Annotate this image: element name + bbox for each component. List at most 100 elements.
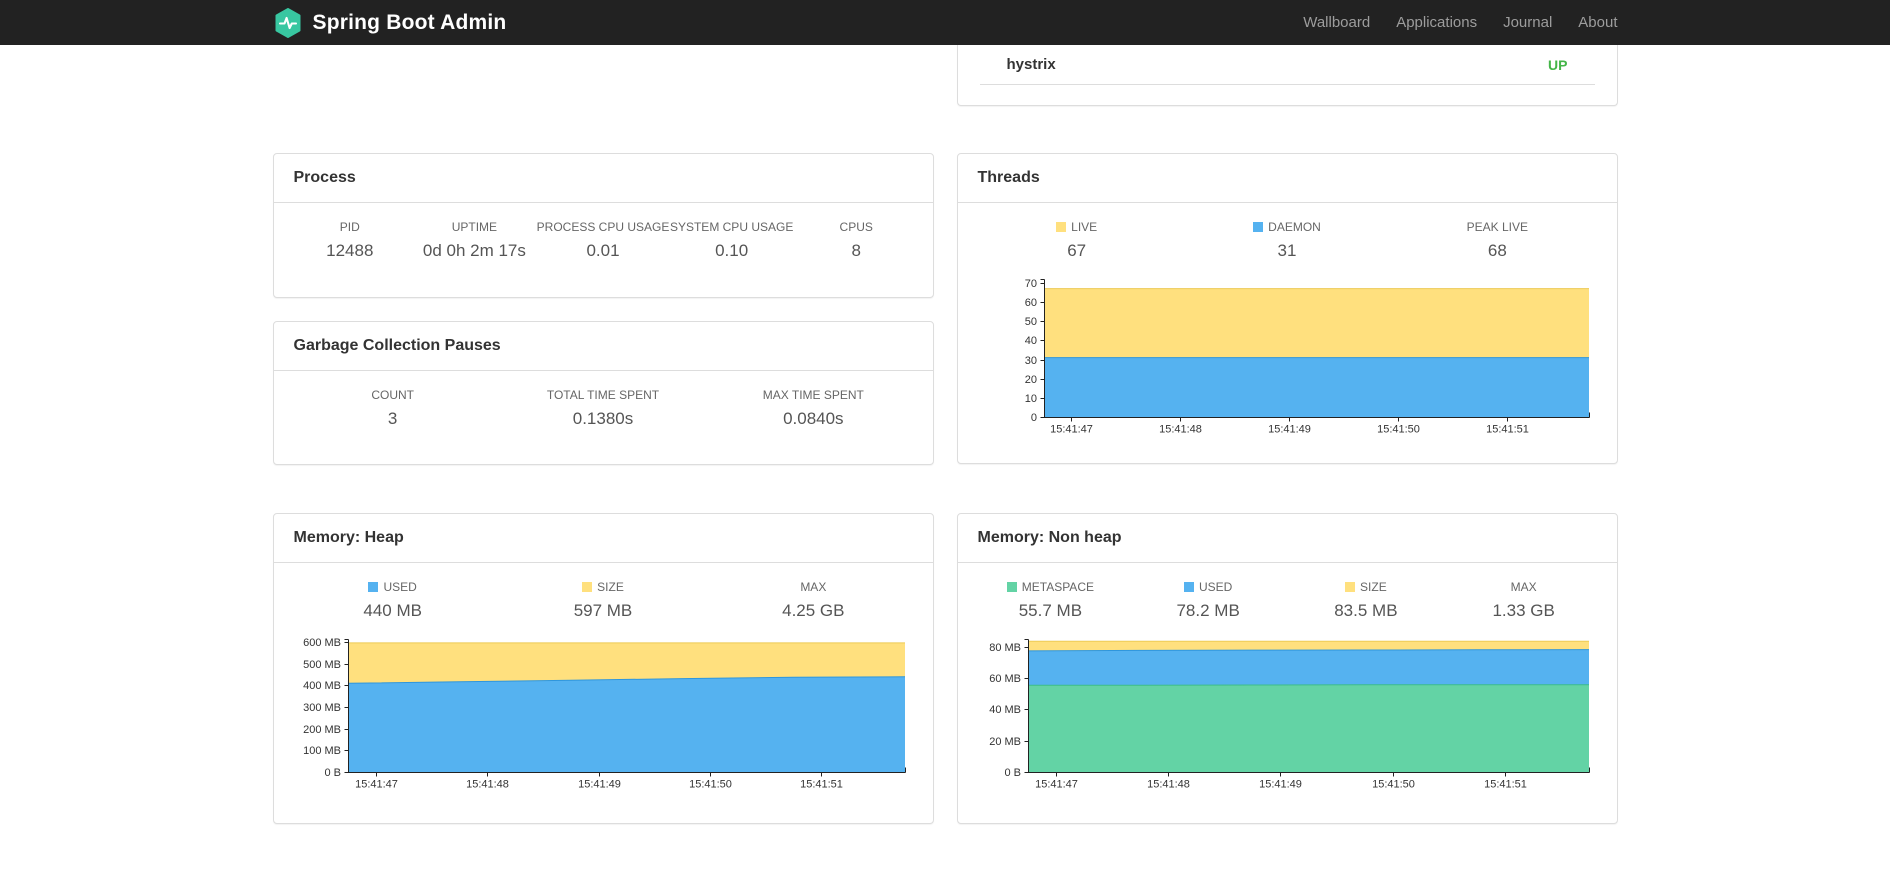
metric-label: COUNT — [371, 388, 414, 402]
svg-text:10: 10 — [1024, 393, 1036, 405]
legend-value: 597 MB — [573, 601, 633, 620]
svg-text:30: 30 — [1024, 355, 1036, 367]
metric-system-cpu-usage: SYSTEM CPU USAGE 0.10 — [669, 220, 794, 261]
svg-text:600 MB: 600 MB — [303, 637, 341, 649]
svg-text:40 MB: 40 MB — [989, 704, 1021, 716]
legend-label: DAEMON — [1268, 220, 1321, 234]
svg-text:15:41:48: 15:41:48 — [1159, 424, 1202, 436]
legend-value: 55.7 MB — [1018, 601, 1083, 620]
used-swatch-icon — [1183, 582, 1194, 592]
nav-item-applications[interactable]: Applications — [1383, 0, 1490, 45]
legend-label: SIZE — [597, 580, 624, 594]
svg-text:20 MB: 20 MB — [989, 736, 1021, 748]
legend-value: 440 MB — [363, 601, 422, 620]
svg-text:0 B: 0 B — [1004, 767, 1021, 779]
legend-label: USED — [1198, 580, 1233, 594]
threads-legend: LIVE 67 DAEMON 31 PEAK LIVE 68 — [958, 203, 1617, 261]
metric-process-cpu-usage: PROCESS CPU USAGE 0.01 — [537, 220, 670, 261]
legend-label: MAX — [1510, 580, 1537, 594]
heap-legend: USED 440 MB SIZE 597 MB MAX 4.25 GB — [274, 563, 933, 621]
gc-metrics: COUNT 3 TOTAL TIME SPENT 0.1380s MAX TIM… — [274, 371, 933, 429]
brand-link[interactable]: Spring Boot Admin — [273, 7, 507, 38]
svg-text:0 B: 0 B — [324, 767, 341, 779]
svg-text:60 MB: 60 MB — [989, 673, 1021, 685]
nonheap-panel-heading: Memory: Non heap — [957, 514, 1617, 563]
nav-item-wallboard[interactable]: Wallboard — [1290, 0, 1383, 45]
nonheap-legend: METASPACE 55.7 MB USED 78.2 MB SIZE 83.5… — [958, 563, 1617, 621]
legend-label: PEAK LIVE — [1466, 220, 1528, 234]
metric-value: 3 — [387, 409, 398, 428]
svg-text:300 MB: 300 MB — [303, 702, 341, 714]
svg-text:100 MB: 100 MB — [303, 745, 341, 757]
legend-nonheap-used: USED 78.2 MB — [1129, 580, 1287, 621]
metric-value: 8 — [851, 241, 861, 260]
metric-pid: PID 12488 — [288, 220, 413, 261]
brand-title: Spring Boot Admin — [312, 10, 507, 34]
legend-value: 78.2 MB — [1176, 601, 1240, 620]
legend-heap-size: SIZE 597 MB — [498, 580, 708, 621]
metric-uptime: UPTIME 0d 0h 2m 17s — [412, 220, 537, 261]
application-row[interactable]: hystrix UP — [979, 45, 1595, 85]
svg-text:400 MB: 400 MB — [303, 680, 341, 692]
metric-label: UPTIME — [451, 220, 498, 234]
metric-label: TOTAL TIME SPENT — [546, 388, 660, 402]
metric-label: PID — [339, 220, 360, 234]
applications-panel-cut: hystrix UP — [956, 45, 1618, 106]
live-swatch-icon — [1056, 222, 1067, 232]
threads-panel-title: Threads — [977, 169, 1040, 186]
left-column: Process PID 12488 UPTIME 0d 0h 2m 17s PR… — [272, 45, 934, 824]
memory-nonheap-panel: Memory: Non heap METASPACE 55.7 MB USED … — [956, 513, 1618, 824]
nav-item-about[interactable]: About — [1565, 0, 1617, 45]
legend-value: 68 — [1487, 241, 1507, 260]
metric-label: SYSTEM CPU USAGE — [669, 220, 794, 234]
gc-pauses-panel: Garbage Collection Pauses COUNT 3 TOTAL … — [272, 321, 934, 465]
nonheap-panel-title: Memory: Non heap — [977, 529, 1122, 546]
metric-value: 0.01 — [586, 241, 620, 260]
svg-text:15:41:51: 15:41:51 — [1486, 424, 1529, 436]
navbar-inner: Spring Boot Admin Wallboard Applications… — [273, 0, 1618, 45]
svg-text:15:41:47: 15:41:47 — [1035, 779, 1078, 791]
legend-value: 83.5 MB — [1334, 601, 1398, 620]
heap-memory-chart: 0 B 100 MB 200 MB 300 MB 400 MB 500 MB 600 MB 1… — [294, 633, 913, 794]
svg-text:15:41:47: 15:41:47 — [1050, 424, 1093, 436]
legend-heap-max: MAX 4.25 GB — [708, 580, 918, 621]
svg-text:200 MB: 200 MB — [303, 724, 341, 736]
metric-value: 0d 0h 2m 17s — [422, 241, 526, 260]
svg-text:60: 60 — [1024, 297, 1036, 309]
svg-text:70: 70 — [1024, 278, 1036, 290]
svg-text:15:41:50: 15:41:50 — [689, 779, 732, 791]
legend-metaspace: METASPACE 55.7 MB — [972, 580, 1130, 621]
nav-links: Wallboard Applications Journal About — [1290, 0, 1617, 45]
svg-text:15:41:48: 15:41:48 — [466, 779, 509, 791]
nav-item-journal[interactable]: Journal — [1490, 0, 1565, 45]
heap-panel-heading: Memory: Heap — [273, 514, 933, 563]
legend-label: SIZE — [1360, 580, 1387, 594]
metric-label: CPUS — [839, 220, 873, 234]
legend-peak-live: PEAK LIVE 68 — [1392, 220, 1602, 261]
application-status-badge: UP — [1548, 56, 1568, 73]
right-column: hystrix UP Threads LIVE 67 DAEMON 31 PEA… — [956, 45, 1618, 824]
process-panel-heading: Process — [273, 154, 933, 203]
threads-panel: Threads LIVE 67 DAEMON 31 PEAK LIVE 68 0… — [956, 153, 1618, 464]
metric-value: 12488 — [326, 241, 374, 260]
legend-daemon: DAEMON 31 — [1182, 220, 1392, 261]
main-content: Process PID 12488 UPTIME 0d 0h 2m 17s PR… — [272, 45, 1618, 892]
application-name[interactable]: hystrix — [1007, 56, 1056, 73]
svg-text:15:41:51: 15:41:51 — [1484, 779, 1527, 791]
legend-value: 4.25 GB — [782, 601, 845, 620]
svg-text:15:41:49: 15:41:49 — [1268, 424, 1311, 436]
svg-text:50: 50 — [1024, 316, 1036, 328]
metric-gc-max-time: MAX TIME SPENT 0.0840s — [708, 388, 918, 429]
used-swatch-icon — [368, 582, 379, 592]
legend-nonheap-max: MAX 1.33 GB — [1445, 580, 1603, 621]
legend-label: USED — [383, 580, 417, 594]
process-metrics: PID 12488 UPTIME 0d 0h 2m 17s PROCESS CP… — [274, 203, 933, 261]
svg-text:15:41:49: 15:41:49 — [578, 779, 621, 791]
size-swatch-icon — [582, 582, 593, 592]
legend-label: METASPACE — [1021, 580, 1094, 594]
legend-nonheap-size: SIZE 83.5 MB — [1287, 580, 1445, 621]
size-swatch-icon — [1345, 582, 1356, 592]
svg-text:15:41:48: 15:41:48 — [1147, 779, 1190, 791]
nonheap-memory-chart: 0 B 20 MB 40 MB 60 MB 80 MB 15:41:47 15:41:48 1… — [978, 633, 1597, 794]
metric-value: 0.0840s — [783, 409, 844, 428]
